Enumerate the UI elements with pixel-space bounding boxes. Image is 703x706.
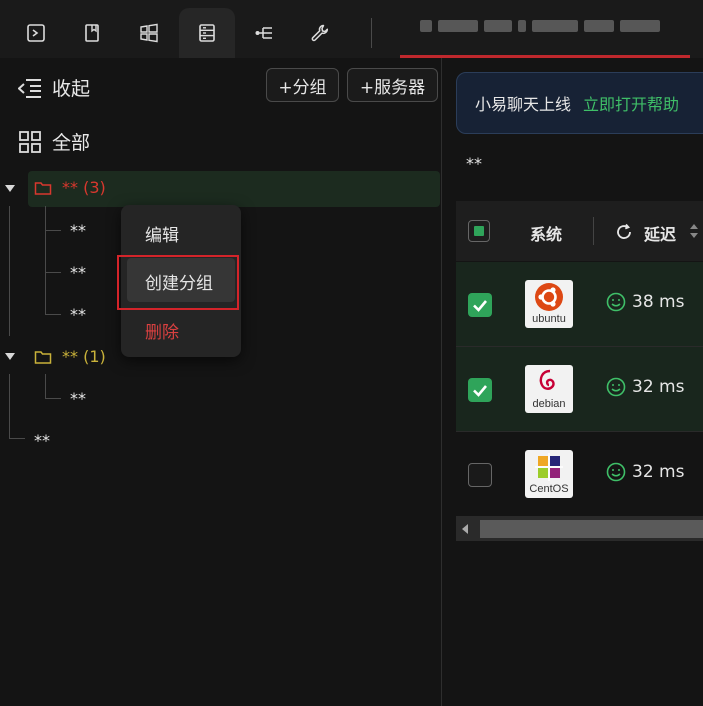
row-checkbox[interactable] [468, 293, 492, 317]
tree-leaf-server[interactable]: ** [70, 305, 86, 324]
banner-text: 小易聊天上线 [475, 95, 572, 114]
folder-icon [34, 181, 52, 195]
group-label: ** (1) [62, 347, 106, 366]
latency-cell: 32 ms [606, 462, 684, 482]
highlight-box [117, 255, 239, 310]
add-server-button[interactable]: +服务器 [347, 68, 438, 102]
expand-caret-icon[interactable] [5, 185, 15, 192]
bookmark-icon[interactable] [64, 8, 120, 58]
tree-leaf-server[interactable]: ** [70, 389, 86, 408]
latency-value: 38 ms [632, 292, 685, 312]
folder-icon [34, 350, 52, 364]
table-row[interactable]: ubuntu 38 ms [456, 262, 703, 347]
scroll-left-icon[interactable] [462, 524, 468, 534]
column-system[interactable]: 系统 [530, 221, 562, 245]
tree-guide [9, 374, 10, 438]
column-separator [593, 217, 594, 245]
banner-help-link[interactable]: 立即打开帮助 [583, 91, 679, 115]
context-menu-edit[interactable]: 编辑 [145, 221, 179, 246]
grid-icon [19, 130, 41, 153]
windows-icon[interactable] [121, 8, 177, 58]
select-all-checkbox[interactable] [468, 220, 490, 242]
add-group-button[interactable]: +分组 [266, 68, 339, 102]
tree-leaf-server[interactable]: ** [70, 221, 86, 240]
os-name: CentOS [529, 483, 569, 495]
ubuntu-logo-icon: ubuntu [525, 280, 573, 328]
tree-group-1[interactable]: ** (3) [34, 178, 106, 197]
wrench-icon[interactable] [292, 8, 348, 58]
table-header: 系统 延迟 [456, 201, 703, 261]
centos-logo-icon: CentOS [525, 450, 573, 498]
tree-group-2[interactable]: ** (1) [34, 347, 106, 366]
redacted-tab-title [420, 20, 660, 32]
row-checkbox[interactable] [468, 378, 492, 402]
latency-value: 32 ms [632, 377, 685, 397]
all-label: 全部 [52, 132, 91, 154]
server-list-icon[interactable] [179, 8, 235, 58]
collapse-icon [18, 78, 41, 98]
collapse-toggle[interactable]: 收起 [18, 74, 90, 101]
session-tab[interactable] [400, 8, 690, 58]
tree-leaf-server[interactable]: ** [70, 263, 86, 282]
tree-guide [45, 272, 61, 273]
tree-guide [45, 314, 61, 315]
tree-guide [45, 206, 46, 314]
tree-guide [45, 398, 61, 399]
debian-logo-icon: debian [525, 365, 573, 413]
sort-icon[interactable] [689, 221, 699, 241]
tree-guide [9, 206, 10, 336]
tree-guide [9, 438, 25, 439]
tree-guide [45, 374, 46, 398]
tree-guide [45, 230, 61, 231]
smiley-icon [606, 462, 626, 482]
collapse-label: 收起 [52, 78, 91, 100]
panel-divider[interactable] [441, 58, 442, 706]
column-latency[interactable]: 延迟 [644, 221, 676, 245]
smiley-icon [606, 377, 626, 397]
all-servers-item[interactable]: 全部 [18, 128, 90, 155]
latency-value: 32 ms [632, 462, 685, 482]
active-tab-indicator [400, 55, 690, 58]
terminal-icon[interactable] [8, 8, 64, 58]
announcement-banner: 小易聊天上线 立即打开帮助 [456, 72, 703, 134]
top-toolbar [0, 0, 703, 58]
context-menu-delete[interactable]: 删除 [145, 318, 179, 343]
tree-icon[interactable] [236, 8, 292, 58]
expand-caret-icon[interactable] [5, 353, 15, 360]
toolbar-separator [371, 18, 372, 48]
latency-cell: 38 ms [606, 292, 684, 312]
scroll-thumb[interactable] [480, 520, 703, 538]
refresh-icon[interactable] [615, 223, 633, 241]
os-name: ubuntu [532, 313, 566, 325]
table-row[interactable]: CentOS 32 ms [456, 432, 703, 517]
group-label: ** (3) [62, 178, 106, 197]
row-checkbox[interactable] [468, 463, 492, 487]
smiley-icon [606, 292, 626, 312]
group-breadcrumb: ** [466, 154, 482, 173]
table-row[interactable]: debian 32 ms [456, 347, 703, 432]
latency-cell: 32 ms [606, 377, 684, 397]
os-name: debian [532, 398, 566, 410]
server-tree-panel [0, 58, 442, 706]
horizontal-scrollbar[interactable] [456, 517, 703, 541]
tree-leaf-server[interactable]: ** [34, 431, 50, 450]
